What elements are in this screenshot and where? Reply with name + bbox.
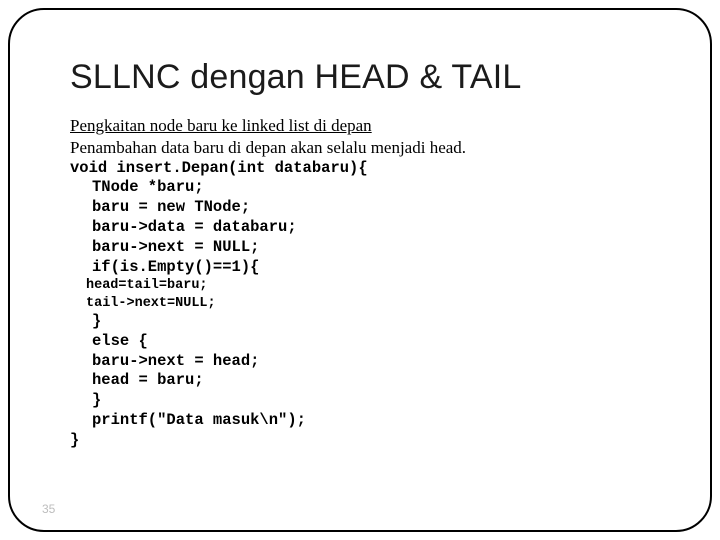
code-line-11: baru->next = head; — [70, 352, 662, 372]
slide-body: Pengkaitan node baru ke linked list di d… — [70, 115, 662, 451]
code-line-14: printf("Data masuk\n"); — [70, 411, 662, 431]
code-line-9: } — [70, 312, 662, 332]
code-line-2: TNode *baru; — [70, 178, 662, 198]
code-line-10: else { — [70, 332, 662, 352]
code-line-3: baru = new TNode; — [70, 198, 662, 218]
code-line-13: } — [70, 391, 662, 411]
code-line-8: tail->next=NULL; — [70, 295, 662, 312]
code-line-1: void insert.Depan(int databaru){ — [70, 159, 662, 179]
intro-line-2: Penambahan data baru di depan akan selal… — [70, 137, 662, 159]
code-line-7: head=tail=baru; — [70, 277, 662, 294]
code-line-4: baru->data = databaru; — [70, 218, 662, 238]
page-number: 35 — [42, 502, 55, 516]
code-line-12: head = baru; — [70, 371, 662, 391]
intro-line-1: Pengkaitan node baru ke linked list di d… — [70, 115, 662, 137]
code-line-6: if(is.Empty()==1){ — [70, 258, 662, 278]
code-line-15: } — [70, 431, 662, 451]
slide-title: SLLNC dengan HEAD & TAIL — [70, 58, 662, 97]
code-line-5: baru->next = NULL; — [70, 238, 662, 258]
slide-frame: SLLNC dengan HEAD & TAIL Pengkaitan node… — [8, 8, 712, 532]
